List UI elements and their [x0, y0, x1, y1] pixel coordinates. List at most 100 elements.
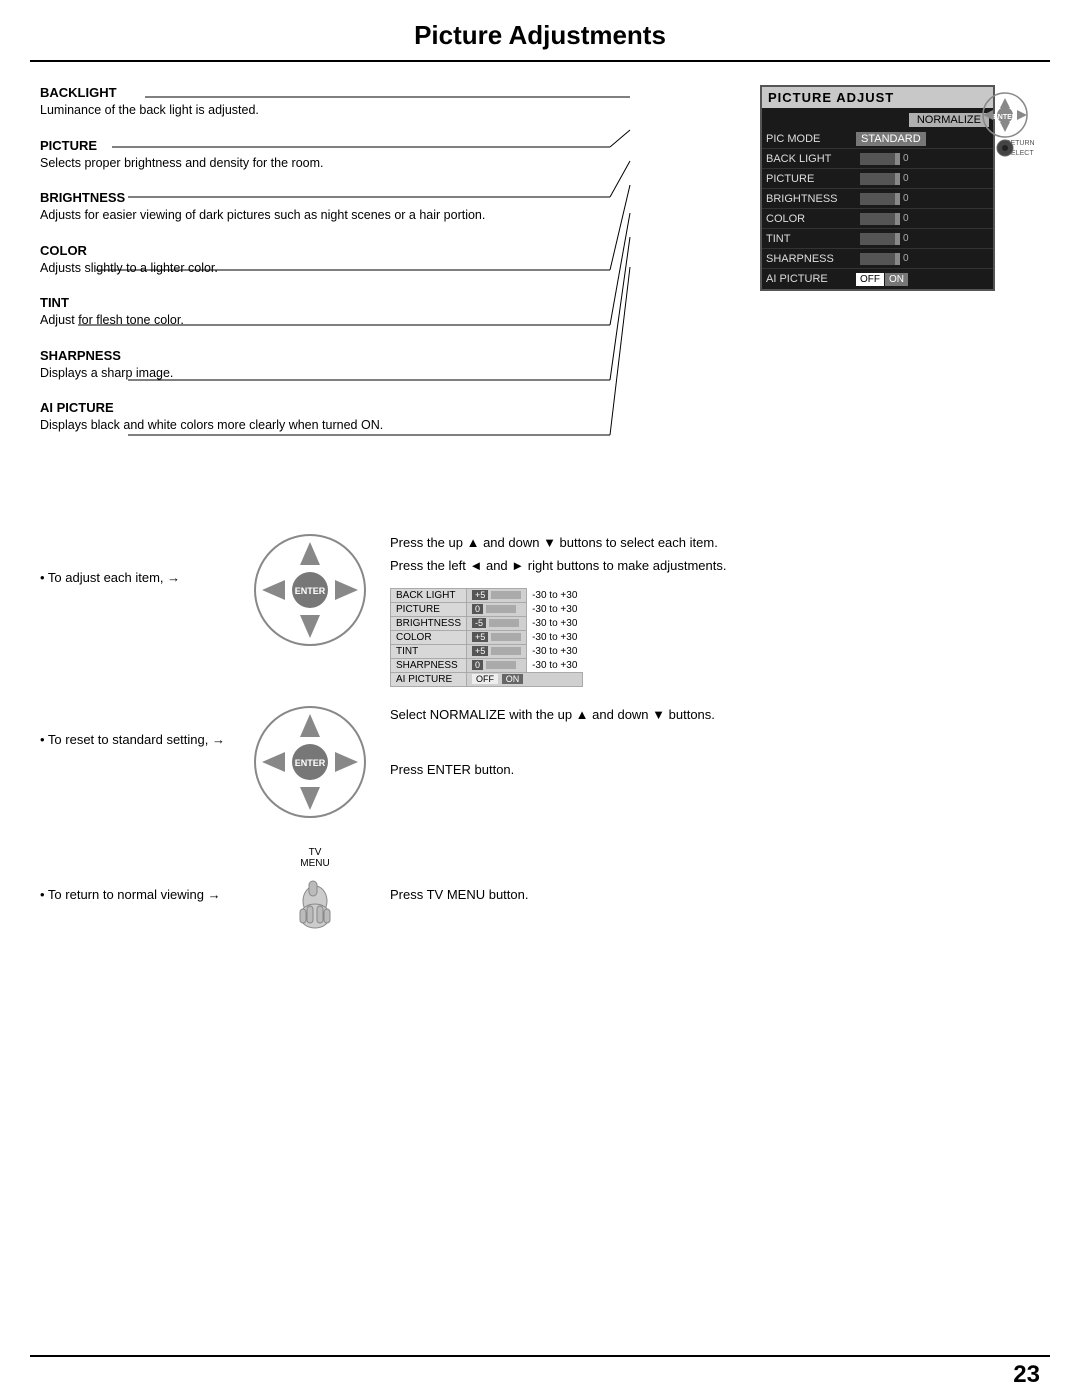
ai-picture-desc: Displays black and white colors more cle…: [40, 417, 600, 435]
instruction-main-2: Select NORMALIZE with the up ▲ and down …: [390, 707, 1040, 722]
svg-text:ENTER: ENTER: [295, 586, 326, 596]
tint-bar-fill: [895, 233, 900, 245]
bullet-text-3: • To return to normal viewing →: [40, 887, 240, 902]
instruction-text-1: Press the up ▲ and down ▼ buttons to sel…: [390, 530, 1040, 687]
adj-bar-sharpness: [486, 661, 516, 669]
adj-label-brightness: BRIGHTNESS: [391, 617, 467, 631]
adj-val-sharpness: 0: [467, 659, 527, 673]
sharpness-title: SHARPNESS: [40, 348, 600, 363]
bullet-text-1: • To adjust each item, →: [40, 530, 240, 585]
panel-row-ai-picture: AI PICTURE OFF ON: [762, 269, 993, 289]
main-content: BACKLIGHT Luminance of the back light is…: [40, 75, 1040, 1342]
sharpness-value: 0: [903, 253, 909, 264]
instruction-text-3: Press TV MENU button.: [390, 887, 1040, 902]
instruction-row-1: • To adjust each item, → ENTER: [40, 530, 1040, 687]
panel-row-brightness: BRIGHTNESS 0: [762, 189, 993, 209]
adj-bar-picture: [486, 605, 516, 613]
adj-val-color-num: +5: [472, 632, 488, 642]
adj-val-tint-num: +5: [472, 646, 488, 656]
tint-desc: Adjust for flesh tone color.: [40, 312, 600, 330]
brightness-value: 0: [903, 193, 909, 204]
adj-row-ai: AI PICTURE OFF ON: [391, 673, 583, 687]
page-title: Picture Adjustments: [0, 20, 1080, 51]
instruction-text-2: Select NORMALIZE with the up ▲ and down …: [390, 702, 1040, 777]
adj-ai-off: OFF: [472, 674, 498, 684]
adj-label-color: COLOR: [391, 631, 467, 645]
ai-picture-block: AI PICTURE Displays black and white colo…: [40, 400, 600, 435]
color-bar: [860, 213, 900, 225]
color-block: COLOR Adjusts slightly to a lighter colo…: [40, 243, 600, 278]
color-desc: Adjusts slightly to a lighter color.: [40, 260, 600, 278]
adj-range-picture: -30 to +30: [527, 603, 583, 617]
ai-picture-title: AI PICTURE: [40, 400, 600, 415]
ai-on-label[interactable]: ON: [885, 273, 908, 286]
adj-bar-backlight: [491, 591, 521, 599]
adj-val-brightness: -5: [467, 617, 527, 631]
remote-icon: ENTER RETURN SELECT: [975, 90, 1035, 173]
color-bar-fill: [895, 213, 900, 225]
dpad-1: ENTER: [250, 530, 380, 660]
ai-off-label[interactable]: OFF: [856, 273, 884, 286]
panel-row-pic-mode: PIC MODE STANDARD: [762, 129, 993, 149]
backlight-desc: Luminance of the back light is adjusted.: [40, 102, 600, 120]
picture-panel-label: PICTURE: [766, 173, 856, 185]
bottom-section: • To adjust each item, → ENTER: [40, 530, 1040, 956]
tint-panel-label: TINT: [766, 233, 856, 245]
adj-val-backlight-num: +5: [472, 590, 488, 600]
tint-block: TINT Adjust for flesh tone color.: [40, 295, 600, 330]
adj-bar-color: [491, 633, 521, 641]
adj-range-backlight: -30 to +30: [527, 589, 583, 603]
ai-picture-panel-label: AI PICTURE: [766, 273, 856, 285]
backlight-bar: [860, 153, 900, 165]
backlight-value: 0: [903, 153, 909, 164]
panel-row-tint: TINT 0: [762, 229, 993, 249]
sharpness-panel-label: SHARPNESS: [766, 253, 856, 265]
adj-bar-brightness: [489, 619, 519, 627]
tint-title: TINT: [40, 295, 600, 310]
picture-block: PICTURE Selects proper brightness and de…: [40, 138, 600, 173]
instruction-main-1: Press the up ▲ and down ▼ buttons to sel…: [390, 535, 1040, 550]
instruction-sub-1: Press the left ◄ and ► right buttons to …: [390, 558, 1040, 573]
color-panel-label: COLOR: [766, 213, 856, 225]
adj-ai-on: ON: [502, 674, 524, 684]
sharpness-bar: [860, 253, 900, 265]
picture-adjust-panel: PICTURE ADJUST NORMALIZE PIC MODE STANDA…: [760, 85, 995, 291]
backlight-label: BACK LIGHT: [766, 153, 856, 165]
brightness-panel-label: BRIGHTNESS: [766, 193, 856, 205]
adj-row-color: COLOR +5 -30 to +30: [391, 631, 583, 645]
brightness-block: BRIGHTNESS Adjusts for easier viewing of…: [40, 190, 600, 225]
tv-menu-label: TV MENU: [300, 847, 329, 869]
panel-header: PICTURE ADJUST: [762, 87, 993, 108]
picture-title: PICTURE: [40, 138, 600, 153]
tv-menu-icon: TV MENU: [250, 847, 380, 941]
svg-text:ENTER: ENTER: [295, 758, 326, 768]
instruction-row-3: • To return to normal viewing → TV MENU: [40, 847, 1040, 941]
adj-val-backlight: +5: [467, 589, 527, 603]
bullet-text-2: • To reset to standard setting, →: [40, 702, 240, 747]
adj-label-tint: TINT: [391, 645, 467, 659]
adj-row-tint: TINT +5 -30 to +30: [391, 645, 583, 659]
adj-label-sharpness: SHARPNESS: [391, 659, 467, 673]
picture-desc: Selects proper brightness and density fo…: [40, 155, 600, 173]
brightness-bar: [860, 193, 900, 205]
right-section: PICTURE ADJUST NORMALIZE PIC MODE STANDA…: [740, 85, 1040, 291]
pic-mode-value: STANDARD: [856, 132, 926, 146]
adj-val-brightness-num: -5: [472, 618, 486, 628]
adj-label-ai: AI PICTURE: [391, 673, 467, 687]
panel-row-sharpness: SHARPNESS 0: [762, 249, 993, 269]
color-title: COLOR: [40, 243, 600, 258]
adj-range-brightness: -30 to +30: [527, 617, 583, 631]
labels-section: BACKLIGHT Luminance of the back light is…: [40, 85, 600, 445]
backlight-title: BACKLIGHT: [40, 85, 600, 100]
adj-range-color: -30 to +30: [527, 631, 583, 645]
brightness-desc: Adjusts for easier viewing of dark pictu…: [40, 207, 600, 225]
adj-range-sharpness: -30 to +30: [527, 659, 583, 673]
picture-value: 0: [903, 173, 909, 184]
panel-row-color: COLOR 0: [762, 209, 993, 229]
adj-row-backlight: BACK LIGHT +5 -30 to +30: [391, 589, 583, 603]
brightness-title: BRIGHTNESS: [40, 190, 600, 205]
adj-val-sharpness-num: 0: [472, 660, 483, 670]
tint-bar: [860, 233, 900, 245]
adj-label-picture: PICTURE: [391, 603, 467, 617]
instruction-sub-2: Press ENTER button.: [390, 762, 1040, 777]
